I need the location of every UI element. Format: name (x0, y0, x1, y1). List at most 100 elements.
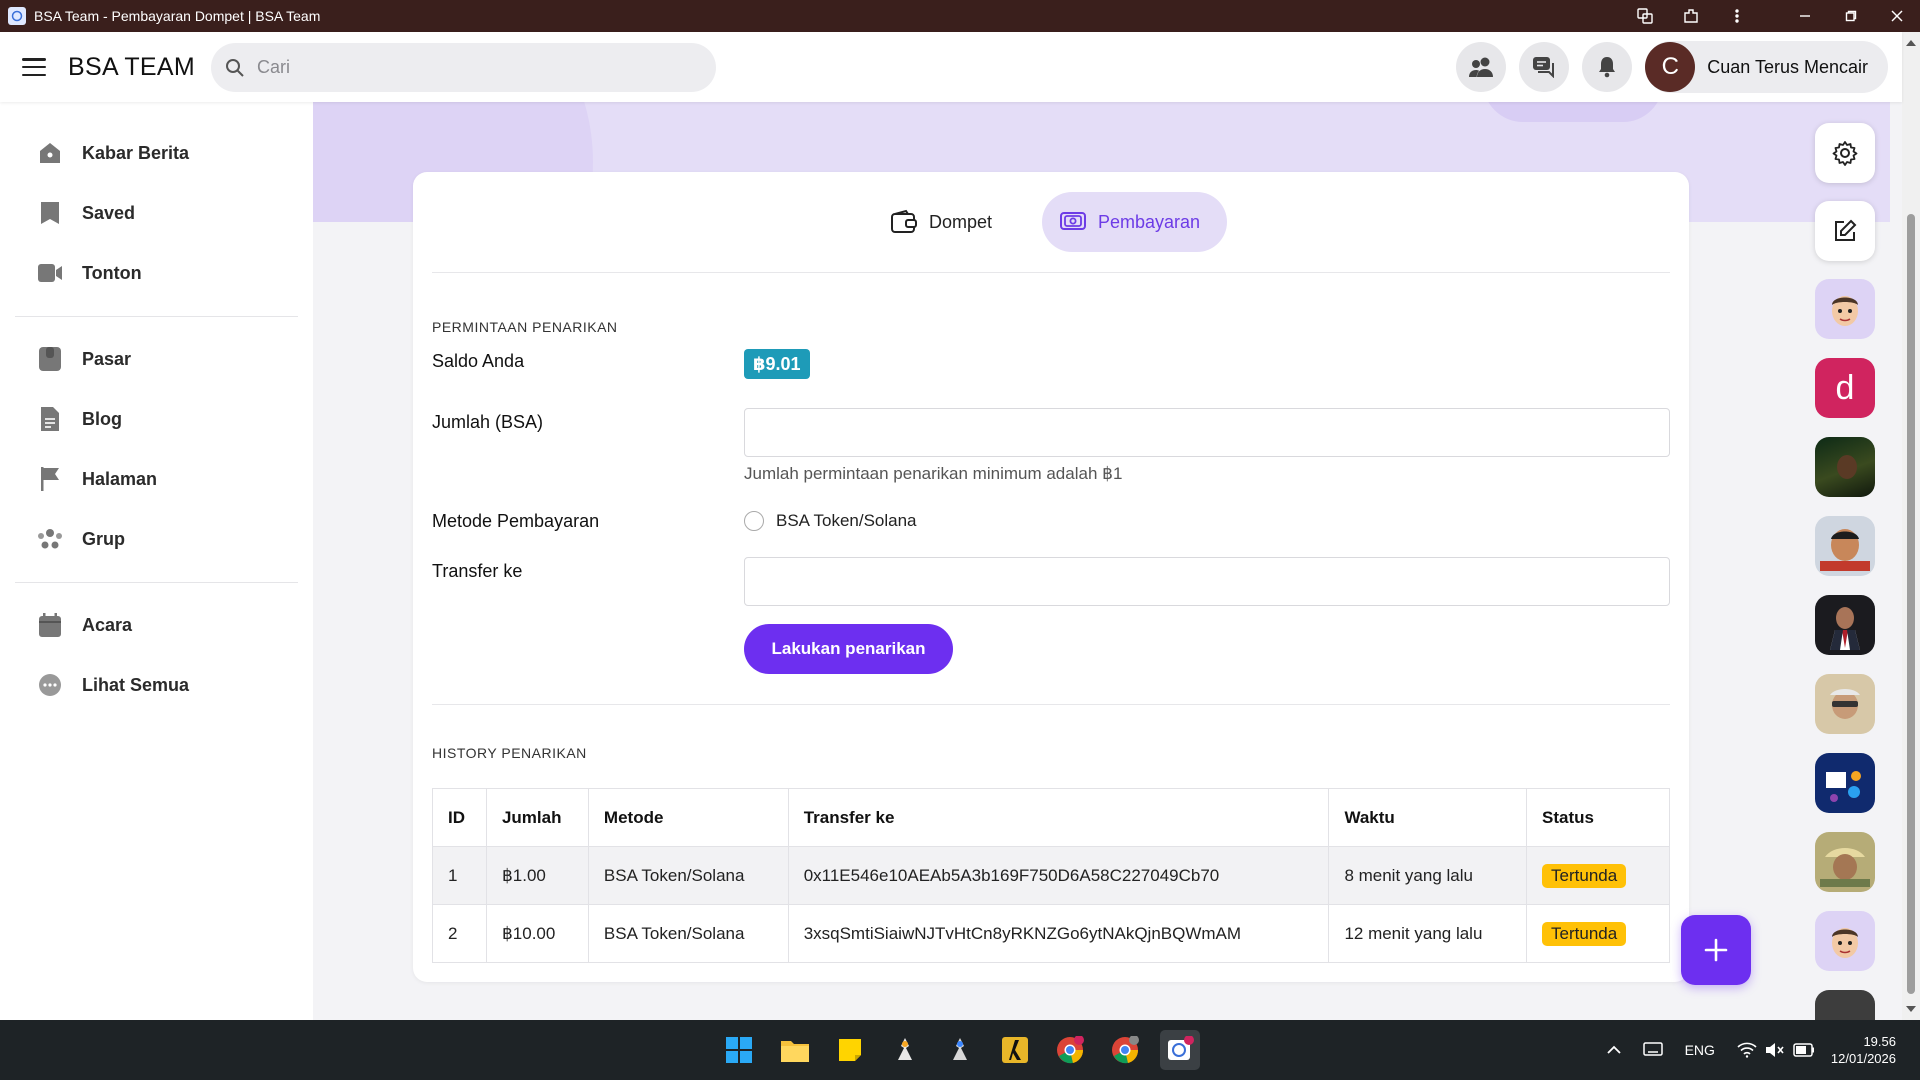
sidebar-item-pasar[interactable]: Pasar (35, 339, 131, 379)
file-explorer-app[interactable] (775, 1030, 815, 1070)
cell-status: Tertunda (1526, 904, 1670, 963)
messages-button[interactable] (1519, 42, 1570, 92)
wallet-icon (889, 207, 919, 237)
game-app-3[interactable] (995, 1030, 1035, 1070)
chrome-app-1[interactable] (1050, 1030, 1090, 1070)
amount-hint: Jumlah permintaan penarikan minimum adal… (744, 464, 1123, 483)
user-menu[interactable]: C Cuan Terus Mencair (1645, 41, 1888, 93)
contact-avatar[interactable] (1815, 753, 1875, 813)
friends-button[interactable] (1456, 42, 1507, 92)
scrollbar-thumb[interactable] (1907, 214, 1915, 994)
amount-input[interactable] (744, 408, 1670, 457)
withdraw-button[interactable]: Lakukan penarikan (744, 624, 953, 674)
tab-dompet[interactable]: Dompet (873, 192, 1003, 252)
sidebar-item-acara[interactable]: Acara (35, 605, 132, 645)
contact-avatar[interactable] (1815, 911, 1875, 971)
bsa-browser-app[interactable] (1160, 1030, 1200, 1070)
close-button[interactable] (1874, 0, 1920, 32)
notifications-button[interactable] (1582, 42, 1633, 92)
chrome-icon (1112, 1036, 1139, 1064)
sidebar-item-grup[interactable]: Grup (35, 519, 125, 559)
sidebar-item-blog[interactable]: Blog (35, 399, 122, 439)
chrome-icon (1057, 1036, 1084, 1064)
sidebar-item-tonton[interactable]: Tonton (35, 253, 142, 293)
sidebar-item-label: Acara (82, 614, 133, 635)
column-header: Waktu (1328, 788, 1528, 847)
start-button[interactable] (719, 1030, 759, 1070)
extensions-icon[interactable] (1668, 0, 1714, 32)
battery-icon[interactable] (1793, 1043, 1815, 1057)
history-section-title: HISTORY PENARIKAN (432, 745, 587, 761)
search-icon (226, 58, 244, 77)
game-icon (953, 1038, 967, 1060)
language-indicator[interactable]: ENG (1685, 1042, 1715, 1058)
contact-avatar[interactable]: d (1815, 358, 1875, 418)
game-app-1[interactable] (885, 1030, 925, 1070)
sidebar-item-kabar-berita[interactable]: Kabar Berita (35, 133, 189, 173)
browser-menu-icon[interactable] (1714, 0, 1760, 32)
payment-method-option[interactable]: BSA Token/Solana (744, 511, 917, 531)
wifi-icon[interactable] (1737, 1042, 1757, 1058)
left-sidebar: Kabar Berita Saved Tonton Pasar Blog Hal… (0, 102, 313, 1020)
column-header: Jumlah (485, 788, 589, 847)
tab-label: Dompet (929, 211, 993, 232)
page-scrollbar[interactable] (1902, 32, 1920, 1020)
game-app-2[interactable] (940, 1030, 980, 1070)
column-header: Transfer ke (787, 788, 1330, 847)
menu-icon[interactable] (22, 58, 46, 76)
section-divider (432, 704, 1670, 705)
sidebar-item-saved[interactable]: Saved (35, 193, 135, 233)
contact-avatar[interactable] (1815, 832, 1875, 892)
user-photo-icon (1837, 455, 1857, 479)
translate-icon[interactable] (1622, 0, 1668, 32)
chrome-app-2[interactable] (1105, 1030, 1145, 1070)
bsa-app-icon (1168, 1036, 1194, 1060)
contact-avatar[interactable] (1815, 674, 1875, 734)
contact-avatar[interactable] (1815, 990, 1875, 1020)
scroll-down-arrow[interactable] (1906, 1006, 1916, 1012)
cell-method: BSA Token/Solana (587, 846, 789, 905)
status-badge: Tertunda (1542, 921, 1627, 946)
windows-logo-icon (726, 1037, 752, 1063)
video-icon (35, 258, 65, 288)
new-post-button[interactable] (1815, 201, 1875, 261)
chevron-up-icon[interactable] (1606, 1045, 1621, 1055)
sticky-notes-app[interactable] (830, 1030, 870, 1070)
create-button[interactable] (1681, 915, 1751, 985)
cell-id: 2 (432, 904, 487, 963)
sidebar-item-lihat-semua[interactable]: Lihat Semua (35, 665, 189, 705)
site-brand[interactable]: BSA TEAM (68, 53, 195, 82)
radio-button[interactable] (744, 511, 764, 531)
clock-time: 19.56 (1863, 1034, 1896, 1049)
tabs-divider (432, 272, 1670, 273)
tab-pembayaran[interactable]: Pembayaran (1042, 192, 1227, 252)
status-badge: Tertunda (1542, 863, 1627, 888)
folder-icon (781, 1041, 809, 1062)
scroll-up-arrow[interactable] (1906, 40, 1916, 46)
volume-muted-icon[interactable] (1765, 1042, 1785, 1058)
settings-button[interactable] (1815, 123, 1875, 183)
transfer-label: Transfer ke (432, 561, 523, 581)
group-icon (35, 524, 65, 554)
search-input[interactable] (257, 57, 677, 78)
contact-avatar[interactable] (1815, 595, 1875, 655)
user-photo-icon (1830, 607, 1860, 650)
system-clock[interactable]: 19.56 12/01/2026 (1831, 1033, 1896, 1067)
right-rail: d (1790, 102, 1902, 1020)
sidebar-item-halaman[interactable]: Halaman (35, 459, 157, 499)
restore-button[interactable] (1828, 0, 1874, 32)
search-bar[interactable] (211, 43, 716, 92)
display-icon[interactable] (1642, 1042, 1663, 1058)
transfer-input[interactable] (744, 557, 1670, 606)
sidebar-item-label: Halaman (82, 468, 158, 489)
contact-avatar[interactable] (1815, 437, 1875, 497)
payment-icon (1058, 207, 1088, 237)
cell-time: 8 menit yang lalu (1328, 846, 1528, 905)
minimize-button[interactable] (1782, 0, 1828, 32)
contact-avatar[interactable] (1815, 516, 1875, 576)
window-title: BSA Team - Pembayaran Dompet | BSA Team (34, 8, 321, 24)
radio-label: BSA Token/Solana (776, 511, 917, 530)
wallet-tabs: Dompet Pembayaran (413, 192, 1689, 252)
contact-avatar[interactable] (1815, 279, 1875, 339)
cell-status: Tertunda (1526, 846, 1670, 905)
